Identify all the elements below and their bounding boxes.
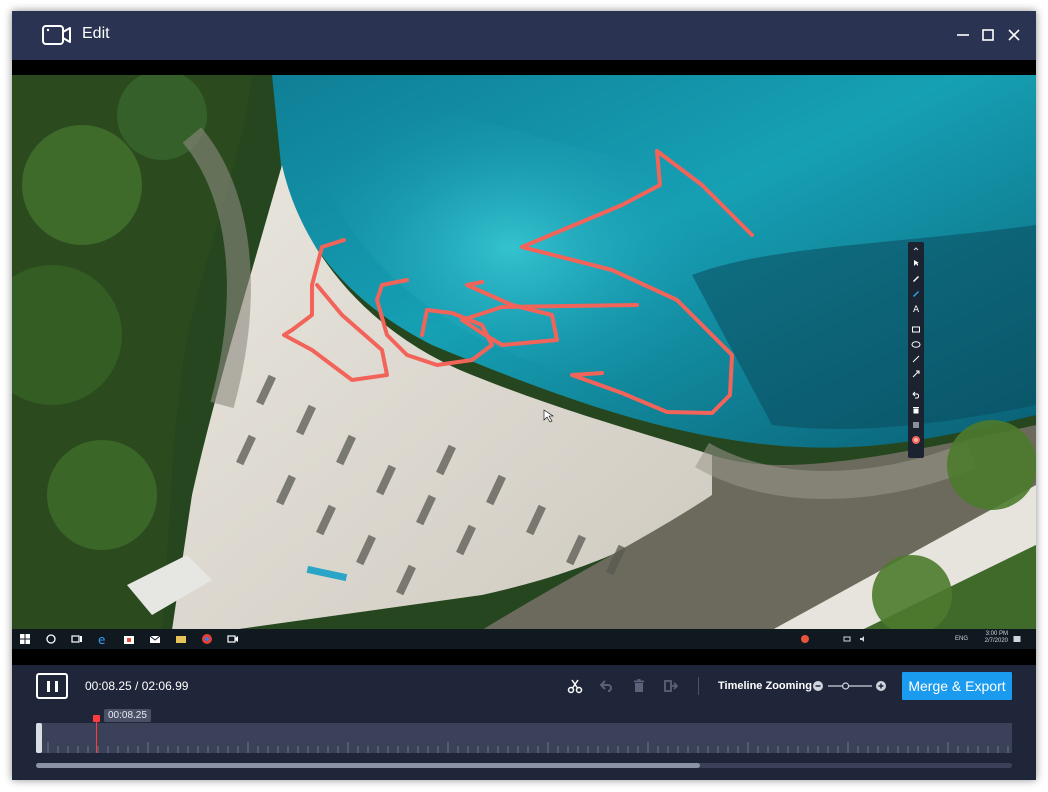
- timeline-scrollbar-thumb[interactable]: [36, 763, 700, 768]
- scissors-icon[interactable]: [566, 677, 584, 695]
- timeline-track[interactable]: [36, 723, 1012, 753]
- time-display: 00:08.25 / 02:06.99: [85, 679, 188, 693]
- cursor-tool-icon[interactable]: [911, 258, 921, 268]
- current-time: 00:08.25: [85, 679, 132, 693]
- clock-date: 2/7/2020: [984, 638, 1008, 644]
- collapse-chevron-icon[interactable]: [911, 244, 921, 254]
- text-tool-icon[interactable]: A: [911, 303, 921, 313]
- toolbar-divider: [698, 677, 699, 695]
- windows-start-icon: [20, 634, 30, 644]
- pause-bar-left: [47, 681, 50, 692]
- record-dot-icon: [801, 635, 809, 643]
- maximize-icon[interactable]: [979, 26, 997, 44]
- window-title: Edit: [82, 25, 110, 42]
- svg-text:e: e: [98, 633, 105, 646]
- record-tool-icon[interactable]: [911, 435, 921, 445]
- chrome-icon: [202, 634, 212, 644]
- trash-tool-icon[interactable]: [911, 405, 921, 415]
- trim-handle-start[interactable]: [36, 723, 42, 753]
- pause-button[interactable]: [36, 673, 68, 699]
- merge-export-button[interactable]: Merge & Export: [902, 672, 1012, 700]
- close-icon[interactable]: [1005, 26, 1023, 44]
- os-taskbar: e ENG 3:00 PM 2/7/2020: [12, 629, 1036, 649]
- timeline-zoom-slider[interactable]: [812, 680, 888, 692]
- timeline-zoom-label: Timeline Zooming: [718, 680, 812, 692]
- notification-icon: [1013, 636, 1021, 642]
- video-camera-icon: [42, 25, 71, 45]
- playback-controls: 00:08.25 / 02:06.99 Timeline Zooming Mer…: [12, 665, 1036, 715]
- playhead-time-label: 00:08.25: [104, 709, 151, 722]
- menu-tool-icon[interactable]: [911, 420, 921, 430]
- marker-tool-icon[interactable]: [911, 288, 921, 298]
- edge-browser-icon: e: [98, 633, 105, 646]
- delete-icon[interactable]: [630, 677, 648, 695]
- timeline-scrollbar[interactable]: [36, 763, 1012, 768]
- zoom-slider-knob: [841, 682, 850, 690]
- search-circle-icon: [46, 634, 56, 644]
- minimize-icon[interactable]: [954, 26, 972, 44]
- pause-bar-right: [55, 681, 58, 692]
- timeline-ticks: [47, 742, 1009, 753]
- svg-text:A: A: [913, 305, 920, 313]
- taskbar-clock: 3:00 PM 2/7/2020: [985, 631, 1008, 645]
- recorder-app-icon: [227, 635, 238, 643]
- undo-icon[interactable]: [598, 677, 616, 695]
- pen-tool-icon[interactable]: [911, 273, 921, 283]
- time-separator: /: [131, 679, 142, 693]
- video-preview[interactable]: e ENG 3:00 PM 2/7/2020 A: [12, 60, 1036, 665]
- beach-aerial-image: [12, 75, 1036, 630]
- arrow-tool-icon[interactable]: [911, 369, 921, 379]
- clock-time: 3:00 PM: [985, 631, 1008, 637]
- network-icon: [843, 636, 851, 642]
- undo-tool-icon[interactable]: [911, 390, 921, 400]
- export-segment-icon[interactable]: [662, 677, 680, 695]
- volume-icon: [860, 636, 864, 642]
- folder-icon: [176, 636, 186, 643]
- title-bar[interactable]: Edit: [12, 11, 1036, 60]
- task-view-icon: [71, 635, 82, 643]
- line-tool-icon[interactable]: [911, 354, 921, 364]
- store-icon: [124, 636, 134, 644]
- drawing-toolbar: A: [908, 242, 924, 458]
- language-indicator: ENG: [954, 636, 968, 642]
- playhead-line: [96, 719, 97, 753]
- rectangle-tool-icon[interactable]: [911, 324, 921, 334]
- editor-window: Edit e ENG 3:00 PM 2/7/2020 A 00:08.25 /…: [12, 11, 1036, 780]
- timeline: 00:08.25: [12, 709, 1036, 780]
- total-time: 02:06.99: [141, 679, 189, 693]
- ellipse-tool-icon[interactable]: [911, 339, 921, 349]
- mail-icon: [149, 635, 161, 643]
